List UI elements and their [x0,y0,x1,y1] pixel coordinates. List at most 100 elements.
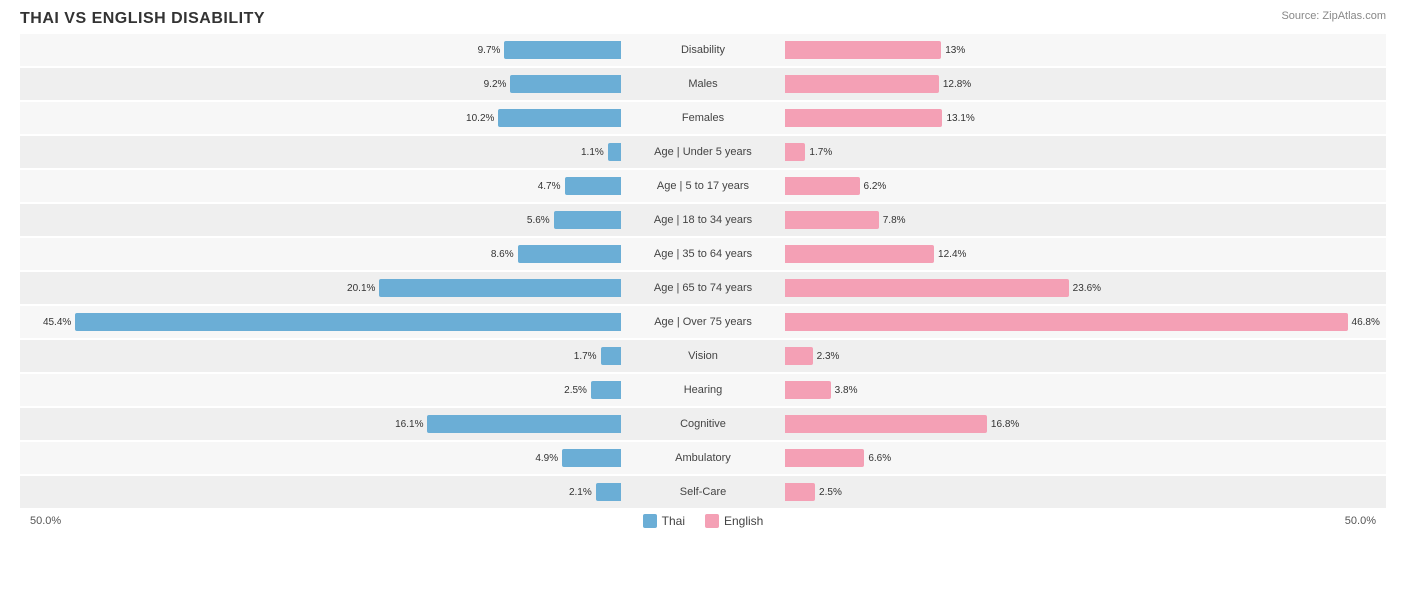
bar-left-container: 1.1% [20,136,623,168]
bar-right-container: 6.6% [783,442,1386,474]
thai-value: 9.7% [478,45,501,56]
chart-row: 16.1% Cognitive 16.8% [20,408,1386,440]
legend-english: English [705,514,763,528]
bar-right-container: 13% [783,34,1386,66]
bar-right-container: 6.2% [783,170,1386,202]
thai-value: 9.2% [484,79,507,90]
bar-right-container: 1.7% [783,136,1386,168]
bar-right-container: 23.6% [783,272,1386,304]
english-bar [785,449,864,467]
bar-right-container: 12.4% [783,238,1386,270]
thai-value: 1.1% [581,147,604,158]
thai-value: 2.1% [569,487,592,498]
english-bar [785,75,939,93]
chart-row: 10.2% Females 13.1% [20,102,1386,134]
chart-row: 4.9% Ambulatory 6.6% [20,442,1386,474]
thai-bar [427,415,621,433]
english-label: English [724,514,763,528]
thai-bar [510,75,621,93]
row-label: Age | 65 to 74 years [623,282,783,294]
chart-row: 9.2% Males 12.8% [20,68,1386,100]
legend: Thai English [643,514,764,528]
row-label: Age | 18 to 34 years [623,214,783,226]
legend-thai: Thai [643,514,685,528]
bar-right-container: 16.8% [783,408,1386,440]
thai-value: 8.6% [491,249,514,260]
bar-right-container: 46.8% [783,306,1386,338]
row-label: Males [623,78,783,90]
english-bar [785,347,813,365]
bar-left-container: 45.4% [20,306,623,338]
thai-bar [562,449,621,467]
thai-bar [518,245,621,263]
english-value: 12.4% [938,249,966,260]
english-bar [785,109,942,127]
bar-left-container: 1.7% [20,340,623,372]
chart-row: 1.1% Age | Under 5 years 1.7% [20,136,1386,168]
thai-value: 4.9% [535,453,558,464]
english-value: 3.8% [835,385,858,396]
bar-left-container: 5.6% [20,204,623,236]
english-value: 7.8% [883,215,906,226]
row-label: Ambulatory [623,452,783,464]
row-label: Vision [623,350,783,362]
thai-bar [498,109,621,127]
english-bar [785,483,815,501]
bar-left-container: 4.9% [20,442,623,474]
thai-bar [596,483,621,501]
row-label: Cognitive [623,418,783,430]
english-value: 13% [945,45,965,56]
english-color-box [705,514,719,528]
footer-left-value: 50.0% [30,515,61,527]
thai-value: 2.5% [564,385,587,396]
bar-left-container: 20.1% [20,272,623,304]
bar-right-container: 13.1% [783,102,1386,134]
thai-bar [504,41,621,59]
english-value: 6.6% [868,453,891,464]
row-label: Disability [623,44,783,56]
chart-row: 2.5% Hearing 3.8% [20,374,1386,406]
row-label: Age | Under 5 years [623,146,783,158]
bar-left-container: 10.2% [20,102,623,134]
chart-title: Thai vs English Disability [20,10,1386,28]
english-value: 2.5% [819,487,842,498]
thai-color-box [643,514,657,528]
row-label: Self-Care [623,486,783,498]
chart-row: 1.7% Vision 2.3% [20,340,1386,372]
thai-bar [75,313,621,331]
source-label: Source: ZipAtlas.com [1281,10,1386,22]
thai-bar [601,347,621,365]
thai-value: 16.1% [395,419,423,430]
row-label: Age | Over 75 years [623,316,783,328]
chart-row: 5.6% Age | 18 to 34 years 7.8% [20,204,1386,236]
bar-right-container: 12.8% [783,68,1386,100]
bar-left-container: 9.2% [20,68,623,100]
chart-row: 45.4% Age | Over 75 years 46.8% [20,306,1386,338]
english-bar [785,381,831,399]
thai-bar [554,211,621,229]
footer-right-value: 50.0% [1345,515,1376,527]
bar-right-container: 3.8% [783,374,1386,406]
english-bar [785,279,1069,297]
bar-right-container: 7.8% [783,204,1386,236]
row-label: Age | 35 to 64 years [623,248,783,260]
bar-right-container: 2.5% [783,476,1386,508]
thai-bar [565,177,621,195]
thai-bar [608,143,621,161]
thai-value: 1.7% [574,351,597,362]
thai-value: 4.7% [538,181,561,192]
english-value: 12.8% [943,79,971,90]
english-value: 2.3% [817,351,840,362]
bar-left-container: 9.7% [20,34,623,66]
english-value: 16.8% [991,419,1019,430]
thai-value: 5.6% [527,215,550,226]
english-bar [785,211,879,229]
english-bar [785,41,941,59]
thai-bar [379,279,621,297]
row-label: Females [623,112,783,124]
thai-value: 45.4% [43,317,71,328]
english-value: 46.8% [1352,317,1380,328]
chart-row: 9.7% Disability 13% [20,34,1386,66]
bar-left-container: 16.1% [20,408,623,440]
bar-left-container: 4.7% [20,170,623,202]
